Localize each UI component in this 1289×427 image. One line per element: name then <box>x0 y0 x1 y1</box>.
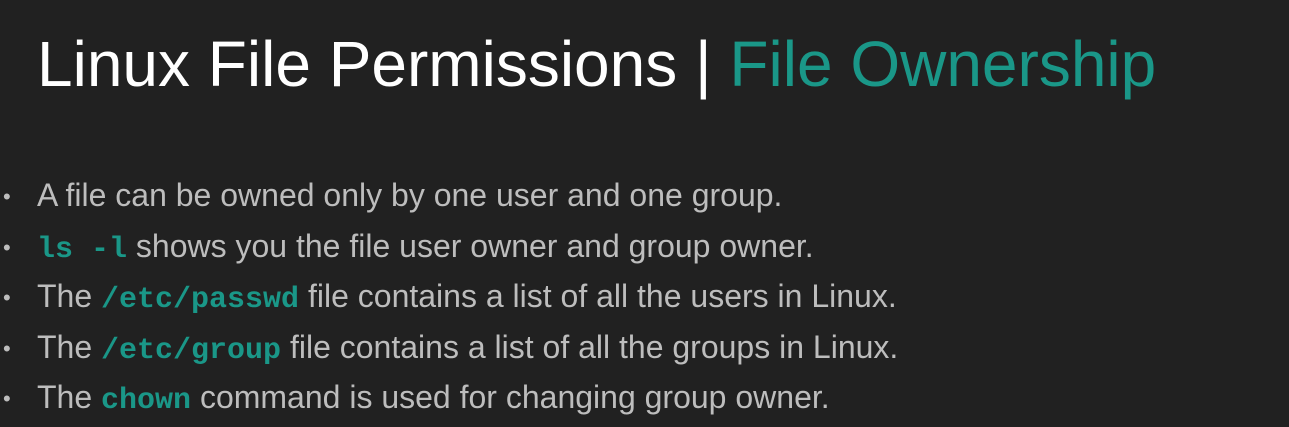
bullet-text: shows you the file user owner and group … <box>127 227 814 264</box>
bullet-dot-icon: • <box>3 285 11 310</box>
bullet-item: • The chown command is used for changing… <box>0 372 898 423</box>
bullet-code: /etc/group <box>101 333 282 368</box>
bullet-dot-icon: • <box>3 335 11 361</box>
slide: Linux File Permissions | File Ownership … <box>0 0 1289 427</box>
slide-title: Linux File Permissions | File Ownership <box>37 22 1156 106</box>
bullet-code: /etc/passwd <box>101 283 300 317</box>
bullet-dot-icon: • <box>3 386 11 411</box>
bullet-text-before: The <box>37 278 102 314</box>
bullet-dot-icon: • <box>3 234 11 260</box>
bullet-code: ls -l <box>37 232 128 267</box>
bullet-text-before: The <box>37 328 102 365</box>
bullet-list: • A file can be owned only by one user a… <box>0 170 898 423</box>
bullet-text-before: The <box>37 379 102 415</box>
bullet-item: • ls -l shows you the file user owner an… <box>0 221 898 272</box>
bullet-text: file contains a list of all the users in… <box>299 278 897 314</box>
bullet-text: command is used for changing group owner… <box>191 379 830 415</box>
bullet-item: • The /etc/group file contains a list of… <box>0 322 898 373</box>
bullet-code: chown <box>101 384 192 418</box>
title-main-text: Linux File Permissions | <box>37 28 730 100</box>
bullet-dot-icon: • <box>3 184 11 209</box>
title-accent-text: File Ownership <box>729 28 1157 100</box>
bullet-item: • The /etc/passwd file contains a list o… <box>0 271 898 322</box>
bullet-text: file contains a list of all the groups i… <box>281 328 899 365</box>
bullet-text: A file can be owned only by one user and… <box>37 177 783 213</box>
bullet-item: • A file can be owned only by one user a… <box>0 170 898 221</box>
